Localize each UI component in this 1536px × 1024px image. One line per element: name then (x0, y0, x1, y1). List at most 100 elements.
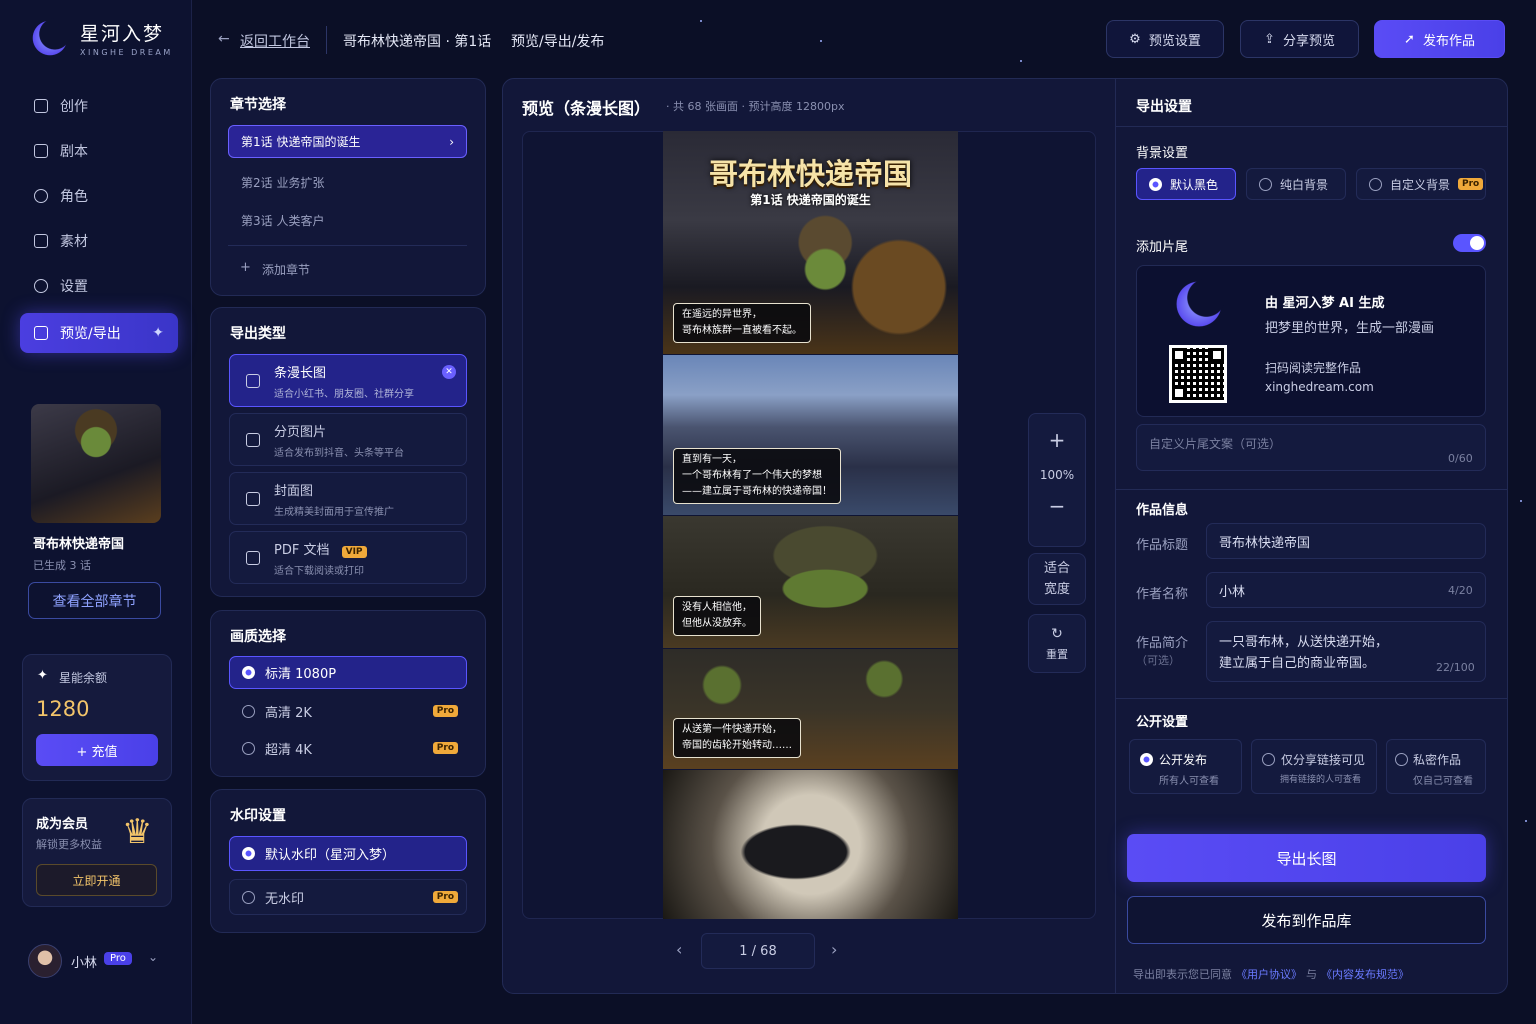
comic-title: 哥布林快递帝国 (708, 157, 912, 191)
export-type-pages[interactable]: 分页图片 适合发布到抖音、头条等平台 (229, 413, 467, 466)
author-input[interactable]: 小林 (1206, 572, 1486, 608)
custom-ending-input[interactable]: 自定义片尾文案（可选） (1136, 424, 1486, 471)
bg-option-black[interactable]: 默认黑色 (1136, 168, 1236, 200)
gear-icon (34, 279, 48, 293)
check-icon: ✕ (442, 365, 456, 379)
view-all-chapters-button[interactable]: 查看全部章节 (28, 582, 161, 619)
next-page-icon[interactable]: › (831, 940, 837, 959)
chapter-item-3[interactable]: 第3话 人类客户 (241, 212, 324, 229)
agreement-note: 导出即表示您已同意 《用户协议》 与 《内容发布规范》 (1133, 966, 1409, 982)
pages-icon (246, 432, 260, 447)
project-thumbnail[interactable] (31, 404, 161, 523)
add-chapter-button[interactable]: 添加章节 (262, 261, 310, 278)
pro-badge: Pro (432, 742, 458, 754)
nav-character[interactable]: 角色 (20, 177, 178, 215)
divider (326, 26, 327, 54)
user-agreement-link[interactable]: 《用户协议》 (1236, 966, 1302, 982)
nav-preview-export[interactable]: 预览/导出 ✦ (20, 313, 178, 353)
comic-panel-5 (663, 770, 958, 919)
radio-unselected (1369, 177, 1382, 191)
nav-script[interactable]: 剧本 (20, 132, 178, 170)
publish-to-library-button[interactable]: 发布到作品库 (1127, 896, 1486, 944)
visibility-private[interactable]: 私密作品 仅自己可查看 (1386, 739, 1486, 794)
option-desc: 拥有链接的人可查看 (1280, 775, 1362, 785)
arrow-left-icon[interactable]: ← (218, 31, 230, 47)
option-name: 自定义背景 (1390, 177, 1451, 192)
bg-option-custom[interactable]: 自定义背景 Pro (1356, 168, 1486, 200)
zoom-out-icon[interactable]: − (1049, 494, 1066, 518)
chapter-item-1[interactable]: 第1话 快递帝国的诞生 › (228, 125, 467, 158)
moon-logo-icon (30, 18, 70, 58)
share-preview-button[interactable]: ⇪ 分享预览 (1240, 20, 1359, 58)
qr-code[interactable] (1169, 345, 1227, 403)
chevron-right-icon: › (449, 134, 454, 149)
work-title-input[interactable]: 哥布林快递帝国 (1206, 523, 1486, 559)
ending-url: xinghedream.com (1265, 380, 1374, 394)
reset-icon: ↻ (1051, 625, 1063, 642)
button-label: 预览设置 (1148, 33, 1201, 49)
energy-label: 星能余额 (59, 671, 108, 685)
option-name: 公开发布 (1159, 753, 1208, 767)
recharge-button[interactable]: + 充值 (36, 734, 158, 766)
export-type-long-image[interactable]: 条漫长图 适合小红书、朋友圈、社群分享 ✕ (229, 354, 467, 407)
quality-4k[interactable]: 超清 4K Pro (229, 732, 467, 764)
divider (1116, 698, 1507, 699)
zoom-in-icon[interactable]: + (1049, 428, 1066, 452)
option-desc: 适合发布到抖音、头条等平台 (274, 447, 404, 459)
page-indicator[interactable]: 1 / 68 (701, 933, 815, 969)
back-to-workspace-link[interactable]: 返回工作台 (240, 31, 310, 51)
visibility-public[interactable]: 公开发布 所有人可查看 (1129, 739, 1242, 794)
divider (1116, 489, 1507, 490)
member-cta-button[interactable]: 立即开通 (36, 864, 157, 896)
option-name: 默认水印（星河入梦） (265, 848, 396, 863)
content-policy-link[interactable]: 《内容发布规范》 (1321, 966, 1409, 982)
nav-label: 预览/导出 (60, 326, 121, 342)
chapter-section-title: 章节选择 (230, 97, 286, 113)
project-generated-count: 已生成 3 话 (33, 559, 91, 572)
nav-assets[interactable]: 素材 (20, 222, 178, 260)
user-name: 小林 (71, 956, 98, 971)
nav-label: 剧本 (60, 144, 88, 160)
brand-logo[interactable]: 星河入梦 XINGHE DREAM (30, 18, 173, 58)
option-name: 超清 4K (265, 742, 312, 758)
nav-settings[interactable]: 设置 (20, 267, 178, 305)
project-title: 哥布林快递帝国 (33, 537, 125, 552)
export-type-cover[interactable]: 封面图 生成精美封面用于宣传推广 (229, 472, 467, 525)
ending-title: 添加片尾 (1136, 240, 1189, 255)
export-long-image-button[interactable]: 导出长图 (1127, 834, 1486, 882)
fit-width-button[interactable]: 适合 宽度 (1028, 553, 1086, 605)
watermark-default[interactable]: 默认水印（星河入梦） (229, 836, 467, 871)
nav-create[interactable]: 创作 (20, 87, 178, 125)
publish-button[interactable]: ➚ 发布作品 (1374, 20, 1505, 58)
radio-selected (242, 666, 255, 679)
divider (1115, 79, 1116, 993)
option-desc: 适合小红书、朋友圈、社群分享 (274, 388, 414, 400)
pro-badge: Pro (432, 705, 458, 717)
prev-page-icon[interactable]: ‹ (676, 940, 682, 959)
option-name: 默认黑色 (1170, 177, 1219, 192)
visibility-link-only[interactable]: 仅分享链接可见 拥有链接的人可查看 (1251, 739, 1377, 794)
avatar[interactable] (28, 944, 62, 978)
watermark-none[interactable]: 无水印 Pro (229, 879, 467, 915)
radio-selected (1149, 177, 1162, 191)
divider (1116, 126, 1507, 127)
nav-label: 创作 (60, 99, 88, 115)
quality-1080p[interactable]: 标清 1080P (229, 656, 467, 689)
bg-option-white[interactable]: 纯白背景 (1246, 168, 1346, 200)
desc-label: 作品简介 (1136, 636, 1189, 651)
ending-toggle[interactable] (1453, 234, 1486, 252)
option-name: 私密作品 (1413, 753, 1462, 767)
export-type-pdf[interactable]: PDF 文档 VIP 适合下载阅读或打印 (229, 531, 467, 584)
reset-button[interactable]: ↻ 重置 (1028, 614, 1086, 673)
picture-icon (246, 491, 260, 506)
divider (228, 245, 467, 246)
pro-badge: Pro (1458, 178, 1484, 190)
user-pro-badge: Pro (104, 952, 132, 965)
nav-label: 设置 (60, 279, 88, 295)
ending-line-2: 把梦里的世界，生成一部漫画 (1265, 321, 1435, 336)
chevron-down-icon[interactable]: ⌄ (148, 950, 158, 964)
chapter-item-2[interactable]: 第2话 业务扩张 (241, 174, 324, 191)
document-icon (246, 550, 260, 565)
preview-settings-button[interactable]: ⚙ 预览设置 (1106, 20, 1224, 58)
quality-2k[interactable]: 高清 2K Pro (229, 695, 467, 727)
